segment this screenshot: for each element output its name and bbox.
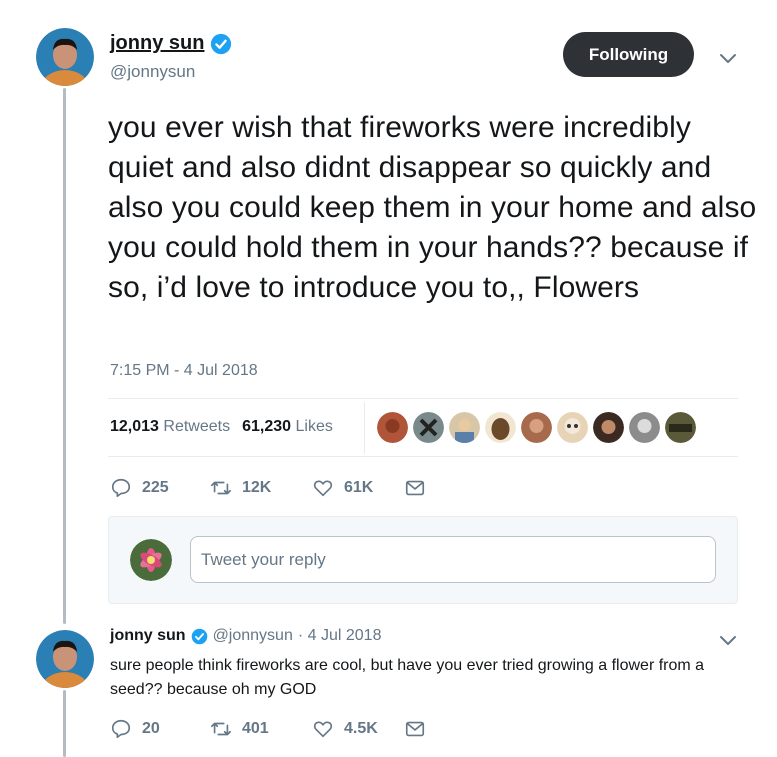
heart-icon [313,480,333,497]
envelope-icon [405,480,425,496]
tweet-timestamp[interactable]: 7:15 PM - 4 Jul 2018 [110,362,258,380]
envelope-icon [405,721,425,737]
likes-label: Likes [295,418,333,435]
retweet-action[interactable]: 401 [210,718,312,740]
likes-count: 61,230 [242,418,292,435]
liker-avatar[interactable] [413,412,444,443]
chevron-down-icon[interactable] [718,634,738,648]
thread-connector-line [63,690,66,757]
liker-avatar[interactable] [593,412,624,443]
reply-action[interactable]: 20 [110,718,210,740]
reply-action[interactable]: 225 [110,477,210,499]
retweet-count: 12K [242,479,272,496]
author-handle[interactable]: @jonnysun [110,62,195,82]
likes-stat[interactable]: 61,230 Likes [242,418,333,436]
like-count: 4.5K [344,720,378,737]
retweets-stat[interactable]: 12,013 Retweets [110,418,230,436]
liker-avatar[interactable] [557,412,588,443]
tweet-actions: 225 12K 61K [110,477,426,499]
verified-badge-icon [211,33,232,54]
thread-connector-line [63,88,66,624]
liker-avatar[interactable] [377,412,408,443]
retweets-count: 12,013 [110,418,159,435]
liker-avatar[interactable] [449,412,480,443]
retweet-action[interactable]: 12K [210,477,312,499]
liker-avatar[interactable] [665,412,696,443]
heart-icon [313,721,333,738]
tweet-text: you ever wish that fireworks were incred… [108,111,757,304]
reply-count: 20 [142,720,160,737]
likers-avatars [377,412,696,443]
reply-author-avatar[interactable] [36,630,94,688]
verified-badge-icon [191,628,207,644]
engagement-stats: 12,013 Retweets 61,230 Likes [110,418,333,436]
current-user-avatar[interactable] [130,539,172,581]
retweet-icon [211,481,231,495]
reply-text: sure people think fireworks are cool, bu… [110,657,705,698]
reply-date[interactable]: · 4 Jul 2018 [298,627,382,645]
like-action[interactable]: 61K [312,477,404,499]
reply-input[interactable] [190,536,716,583]
following-button[interactable]: Following [563,32,694,77]
liker-avatar[interactable] [485,412,516,443]
liker-avatar[interactable] [521,412,552,443]
liker-avatar[interactable] [629,412,660,443]
retweet-count: 401 [242,720,269,737]
divider [108,398,738,399]
reply-icon [111,478,131,498]
reply-actions: 20 401 4.5K [110,718,426,740]
direct-message-action[interactable] [404,477,426,499]
direct-message-action[interactable] [404,718,426,740]
divider [108,456,738,457]
reply-author-handle[interactable]: @jonnysun [213,627,293,645]
author-name[interactable]: jonny sun [110,32,204,55]
retweets-label: Retweets [163,418,231,435]
reply-icon [111,719,131,739]
like-action[interactable]: 4.5K [312,718,404,740]
reply-count: 225 [142,479,169,496]
like-count: 61K [344,479,374,496]
reply-header: jonny sun @jonnysun · 4 Jul 2018 [110,627,381,645]
author-avatar[interactable] [36,28,94,86]
chevron-down-icon[interactable] [718,52,738,66]
reply-author-name[interactable]: jonny sun [110,627,186,645]
stats-separator [364,402,365,454]
retweet-icon [211,722,231,736]
